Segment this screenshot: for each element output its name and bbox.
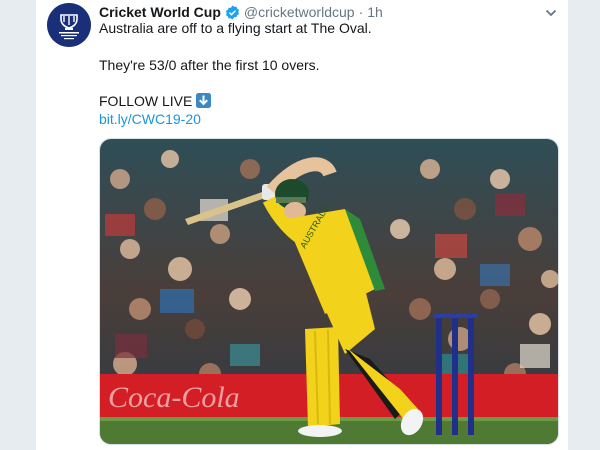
cricket-batsman-photo: Coca-Cola AUSTRALIA bbox=[100, 139, 558, 444]
down-arrow-emoji-icon bbox=[196, 93, 212, 108]
tweet-media-photo[interactable]: Coca-Cola AUSTRALIA bbox=[99, 138, 559, 445]
tweet-header: Cricket World Cup @cricketworldcup · 1h bbox=[99, 3, 383, 21]
timestamp[interactable]: 1h bbox=[367, 4, 383, 20]
verified-badge-icon bbox=[225, 4, 239, 20]
follow-live-line: FOLLOW LIVE bbox=[99, 93, 212, 109]
handle[interactable]: @cricketworldcup bbox=[244, 4, 355, 20]
board-text: Coca-Cola bbox=[108, 381, 240, 414]
chevron-down-icon[interactable] bbox=[544, 6, 558, 20]
separator-dot: · bbox=[358, 4, 364, 20]
tweet-text-line1: Australia are off to a flying start at T… bbox=[99, 20, 372, 36]
display-name[interactable]: Cricket World Cup bbox=[99, 4, 221, 20]
avatar[interactable] bbox=[47, 3, 91, 47]
icc-logo-icon bbox=[47, 3, 91, 47]
tweet-text-line2: They're 53/0 after the first 10 overs. bbox=[99, 57, 320, 73]
tweet-link[interactable]: bit.ly/CWC19-20 bbox=[99, 111, 201, 127]
follow-live-label: FOLLOW LIVE bbox=[99, 93, 193, 109]
tweet-card: Cricket World Cup @cricketworldcup · 1h … bbox=[36, 0, 568, 450]
